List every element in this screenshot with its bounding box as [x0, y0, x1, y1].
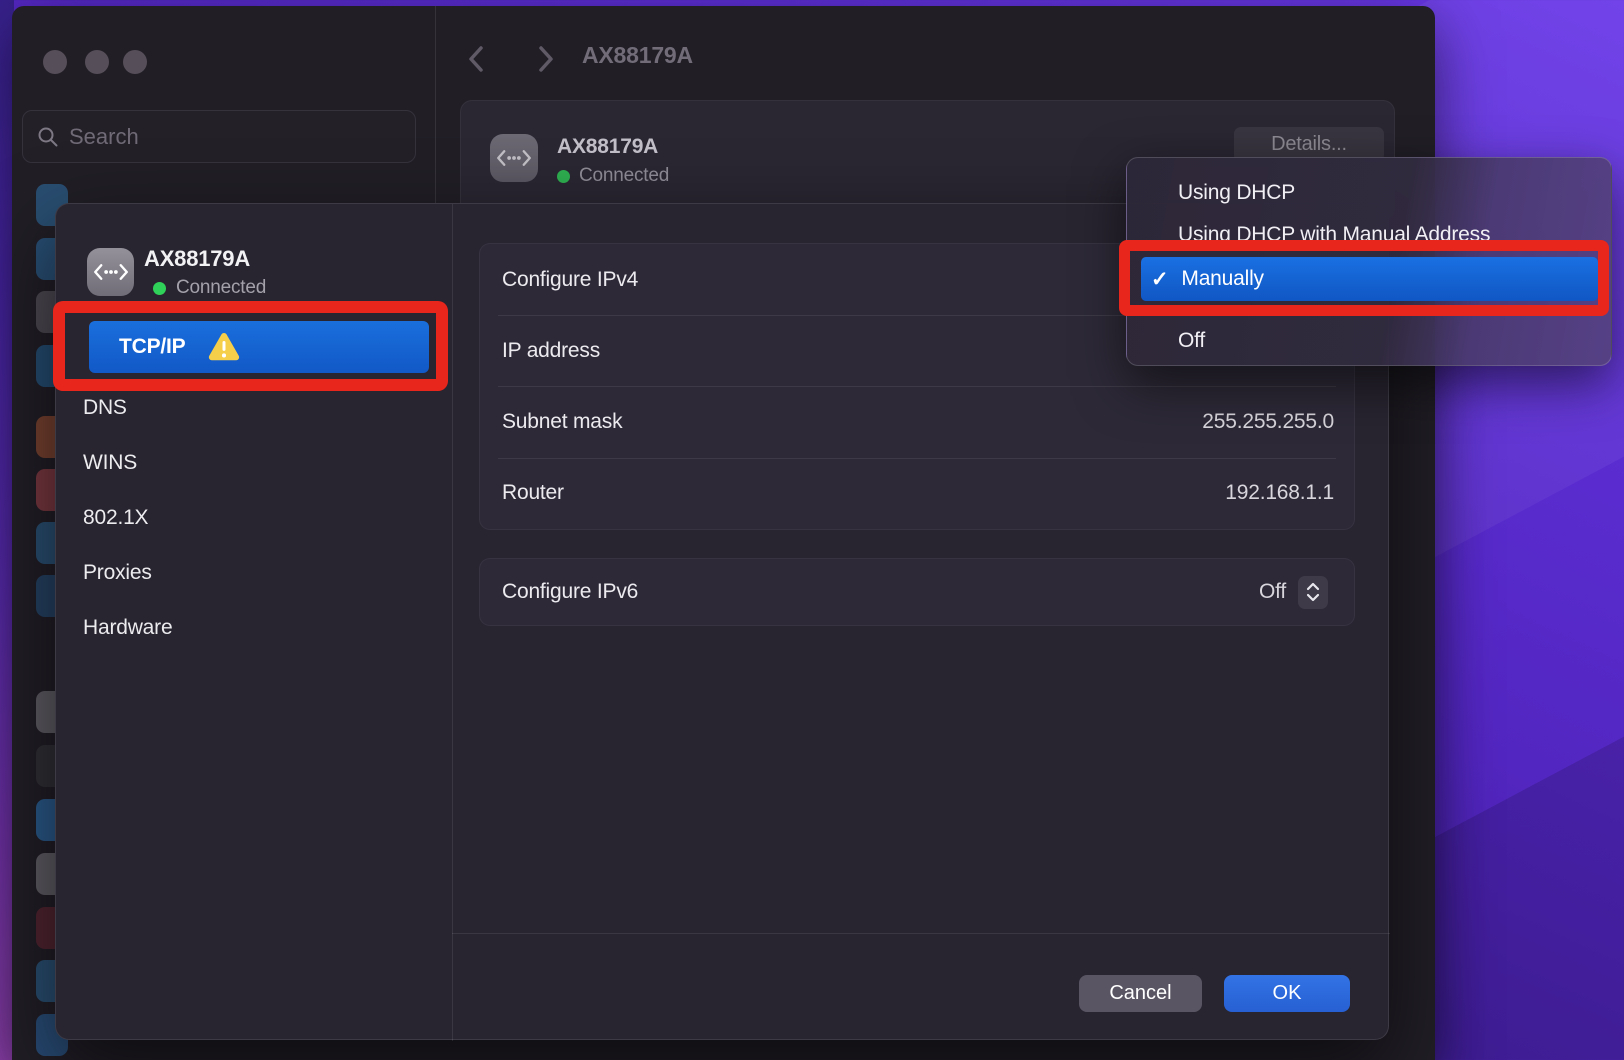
menu-item-using-dhcp[interactable]: Using DHCP — [1127, 172, 1611, 214]
search-field[interactable] — [22, 110, 416, 163]
ethernet-adapter-icon — [490, 134, 538, 182]
search-icon — [37, 126, 59, 148]
row-label: Configure IPv4 — [502, 268, 638, 292]
sidebar-item-wins[interactable]: WINS — [56, 435, 452, 490]
menu-item-off[interactable]: Off — [1127, 320, 1611, 362]
sidebar-item-tcpip[interactable]: TCP/IP — [89, 321, 429, 373]
dialog-sidebar: DNS WINS 802.1X Proxies Hardware — [56, 380, 452, 655]
checkmark-icon: ✓ — [1151, 267, 1168, 292]
dialog-divider — [452, 204, 453, 1041]
menu-item-manually[interactable]: ✓ Manually — [1141, 257, 1598, 301]
desktop: { "colors": { "selection_blue": "#1463d2… — [0, 0, 1624, 1060]
traffic-light-zoom-button[interactable] — [123, 50, 147, 74]
menu-item-label: Manually — [1181, 267, 1263, 291]
status-label: Connected — [176, 277, 266, 299]
status-label: Connected — [579, 165, 669, 187]
configure-ipv6-row: Configure IPv6 Off — [480, 559, 1354, 625]
sidebar-item-8021x[interactable]: 802.1X — [56, 490, 452, 545]
menu-item-using-dhcp-manual[interactable]: Using DHCP with Manual Address — [1127, 214, 1611, 256]
forward-icon[interactable] — [532, 44, 558, 74]
sidebar-divider — [435, 6, 436, 203]
row-label: IP address — [502, 339, 600, 363]
traffic-light-minimize-button[interactable] — [85, 50, 109, 74]
cancel-button[interactable]: Cancel — [1079, 975, 1202, 1012]
page-title: AX88179A — [582, 42, 693, 69]
subnet-mask-row[interactable]: Subnet mask 255.255.255.0 — [480, 386, 1354, 457]
router-row[interactable]: Router 192.168.1.1 — [480, 458, 1354, 529]
stepper-icon — [1303, 580, 1323, 604]
row-value: Off — [1259, 580, 1286, 604]
sidebar-item-hardware[interactable]: Hardware — [56, 600, 452, 655]
row-label: Subnet mask — [502, 410, 622, 434]
footer-divider — [452, 933, 1390, 934]
row-label: Router — [502, 481, 564, 505]
warning-icon — [207, 332, 241, 362]
sidebar-item-label: TCP/IP — [119, 335, 185, 359]
sidebar-item-proxies[interactable]: Proxies — [56, 545, 452, 600]
ethernet-adapter-icon — [87, 248, 134, 296]
sidebar-item-dns[interactable]: DNS — [56, 380, 452, 435]
search-input[interactable] — [69, 124, 401, 150]
device-status: Connected — [557, 165, 669, 187]
device-status: Connected — [153, 277, 266, 299]
row-label: Configure IPv6 — [502, 580, 638, 604]
status-dot — [557, 170, 570, 183]
ok-button[interactable]: OK — [1224, 975, 1350, 1012]
status-dot — [153, 282, 166, 295]
configure-ipv4-menu: Using DHCP Using DHCP with Manual Addres… — [1126, 157, 1612, 366]
device-name: AX88179A — [144, 246, 250, 272]
ipv6-select-stepper[interactable] — [1298, 576, 1328, 609]
row-value: 255.255.255.0 — [1202, 410, 1334, 434]
back-icon[interactable] — [464, 44, 490, 74]
device-name: AX88179A — [557, 135, 658, 159]
ipv6-settings-card: Configure IPv6 Off — [479, 558, 1355, 626]
traffic-light-close-button[interactable] — [43, 50, 67, 74]
row-value: 192.168.1.1 — [1225, 481, 1334, 505]
